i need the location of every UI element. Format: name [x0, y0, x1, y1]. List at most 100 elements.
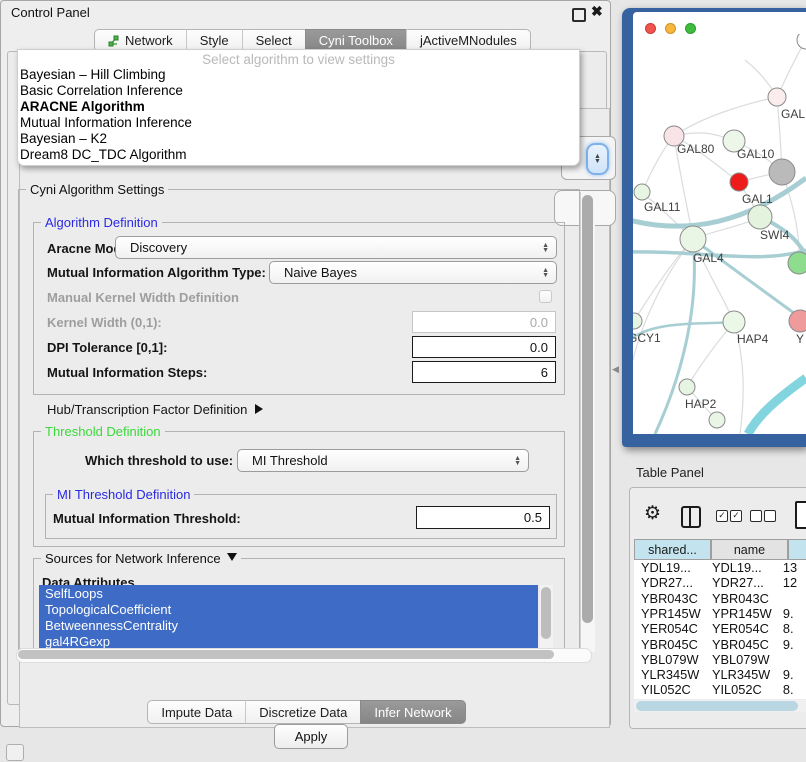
settings-horizontal-scrollbar[interactable]	[16, 648, 592, 663]
attribute-list-item[interactable]: BetweennessCentrality	[39, 617, 538, 633]
column-header-name[interactable]: name	[711, 539, 788, 560]
kernel-width-field[interactable]: 0.0	[412, 311, 556, 333]
table-cell: YDL19...	[705, 560, 776, 575]
dpi-tolerance-value: 0.0	[530, 340, 548, 355]
dropdown-item[interactable]: Bayesian – Hill Climbing	[18, 67, 579, 83]
attribute-list-item[interactable]: SelfLoops	[39, 585, 538, 601]
network-view[interactable]: GALGAL80GAL10GAL1GAL11SWI4GAL4GCY1HAP4YH…	[633, 12, 806, 434]
zoom-traffic-icon[interactable]	[685, 23, 696, 34]
network-node-gal[interactable]	[768, 88, 786, 106]
tab-discretize-data[interactable]: Discretize Data	[245, 700, 360, 724]
settings-vertical-scrollbar[interactable]	[580, 192, 595, 652]
sources-expander[interactable]: Sources for Network Inference	[41, 551, 241, 566]
data-attributes-list[interactable]: SelfLoopsTopologicalCoefficientBetweenne…	[39, 585, 538, 653]
threshold-definition-group: Threshold Definition Which threshold to …	[33, 431, 565, 547]
node-label: GAL80	[677, 142, 715, 156]
table-row[interactable]: YLR345WYLR345W9.	[634, 667, 806, 682]
node-label: Y	[796, 332, 804, 346]
corner-button[interactable]	[6, 744, 24, 761]
network-edge[interactable]	[674, 97, 777, 136]
table-row[interactable]: YDL19...YDL19...13	[634, 560, 806, 575]
network-graph[interactable]: GALGAL80GAL10GAL1GAL11SWI4GAL4GCY1HAP4YH…	[633, 34, 806, 434]
network-node[interactable]	[797, 34, 806, 49]
dropdown-item[interactable]: Bayesian – K2	[18, 131, 579, 147]
network-edge[interactable]	[687, 322, 734, 387]
table-row[interactable]: YER054CYER054C8.	[634, 621, 806, 636]
network-node-y[interactable]	[789, 310, 806, 332]
threshold-definition-title: Threshold Definition	[41, 424, 165, 439]
table-row[interactable]: YBR043CYBR043C	[634, 591, 806, 606]
dropdown-item[interactable]: ARACNE Algorithm	[18, 99, 579, 115]
table-cell	[776, 591, 806, 606]
minimize-traffic-icon[interactable]	[665, 23, 676, 34]
column-header[interactable]	[788, 539, 806, 560]
select-all-icon[interactable]: ✓	[716, 510, 728, 522]
combo-spinner-icon: ▲▼	[542, 268, 549, 278]
manual-kernel-checkbox[interactable]	[539, 290, 552, 303]
scrollbar-thumb[interactable]	[582, 195, 593, 623]
combo-spinner-icon: ▲▼	[542, 243, 549, 253]
network-node-gal11[interactable]	[634, 184, 650, 200]
mi-threshold-field[interactable]: 0.5	[416, 506, 550, 529]
hub-expander[interactable]: Hub/Transcription Factor Definition	[47, 402, 263, 417]
new-table-icon[interactable]	[795, 501, 806, 529]
dpi-tolerance-field[interactable]: 0.0	[412, 336, 556, 358]
network-node-hap2[interactable]	[679, 379, 695, 395]
table-row[interactable]: YBR045CYBR045C9.	[634, 637, 806, 652]
split-handle-icon[interactable]: ◀	[612, 364, 619, 375]
table-cell: YER054C	[634, 621, 705, 636]
tab-label: jActiveMNodules	[420, 33, 517, 48]
attributes-scrollbar[interactable]	[540, 585, 553, 653]
network-node-gal4[interactable]	[680, 226, 706, 252]
column-header-shared[interactable]: shared...	[634, 539, 711, 560]
scrollbar-thumb[interactable]	[636, 701, 798, 711]
close-traffic-icon[interactable]	[645, 23, 656, 34]
kernel-width-value: 0.0	[530, 315, 548, 330]
select-all-icon[interactable]: ✓	[730, 510, 742, 522]
network-node-hap4[interactable]	[723, 311, 745, 333]
which-threshold-combo[interactable]: MI Threshold ▲▼	[237, 449, 529, 472]
deselect-all-icon[interactable]	[764, 510, 776, 522]
network-edge[interactable]	[748, 378, 806, 434]
attribute-list-item[interactable]: TopologicalCoefficient	[39, 601, 538, 617]
network-node-gcy1[interactable]	[633, 313, 642, 329]
network-edge[interactable]	[777, 40, 806, 97]
mi-steps-label: Mutual Information Steps:	[47, 365, 207, 380]
table-row[interactable]: YDR27...YDR27...12	[634, 575, 806, 590]
scrollbar-thumb[interactable]	[541, 587, 551, 639]
network-node-gal1[interactable]	[730, 173, 748, 191]
deselect-all-icon[interactable]	[750, 510, 762, 522]
network-node[interactable]	[788, 252, 806, 274]
dropdown-item[interactable]: Basic Correlation Inference	[18, 83, 579, 99]
network-icon	[108, 35, 120, 47]
close-icon[interactable]: ✖	[591, 3, 603, 20]
float-window-icon[interactable]	[572, 8, 586, 22]
scrollbar-thumb[interactable]	[18, 650, 554, 659]
table-row[interactable]: YIL052CYIL052C8.	[634, 682, 806, 697]
apply-button[interactable]: Apply	[274, 724, 348, 749]
combo-spinner-icon[interactable]: ▲▼	[586, 143, 609, 175]
mi-steps-field[interactable]: 6	[412, 361, 556, 383]
attribute-list-item[interactable]: gal4RGexp	[39, 633, 538, 649]
table-panel-title: Table Panel	[636, 465, 704, 480]
gear-icon[interactable]: ⚙	[644, 504, 661, 523]
table-horizontal-scrollbar[interactable]	[634, 700, 806, 712]
table-cell: YBR045C	[705, 637, 776, 652]
network-window[interactable]: GALGAL80GAL10GAL1GAL11SWI4GAL4GCY1HAP4YH…	[622, 8, 806, 447]
manual-kernel-label: Manual Kernel Width Definition	[47, 290, 239, 305]
node-table[interactable]: shared...name YDL19...YDL19...13YDR27...…	[634, 539, 806, 699]
network-node[interactable]	[769, 159, 795, 185]
dropdown-item[interactable]: Dream8 DC_TDC Algorithm	[18, 147, 579, 163]
table-row[interactable]: YBL079WYBL079W	[634, 652, 806, 667]
network-node[interactable]	[709, 412, 725, 428]
dropdown-item[interactable]: Mutual Information Inference	[18, 115, 579, 131]
column-browse-icon[interactable]	[681, 506, 701, 528]
table-cell: YLR345W	[705, 667, 776, 682]
tab-infer-network[interactable]: Infer Network	[360, 700, 465, 724]
tab-impute-data[interactable]: Impute Data	[147, 700, 245, 724]
mi-type-combo[interactable]: Naive Bayes ▲▼	[269, 261, 557, 284]
network-node-swi4[interactable]	[748, 205, 772, 229]
table-row[interactable]: YPR145WYPR145W9.	[634, 606, 806, 621]
aracne-mode-combo[interactable]: Discovery ▲▼	[115, 236, 557, 259]
node-label: GAL	[781, 107, 805, 121]
